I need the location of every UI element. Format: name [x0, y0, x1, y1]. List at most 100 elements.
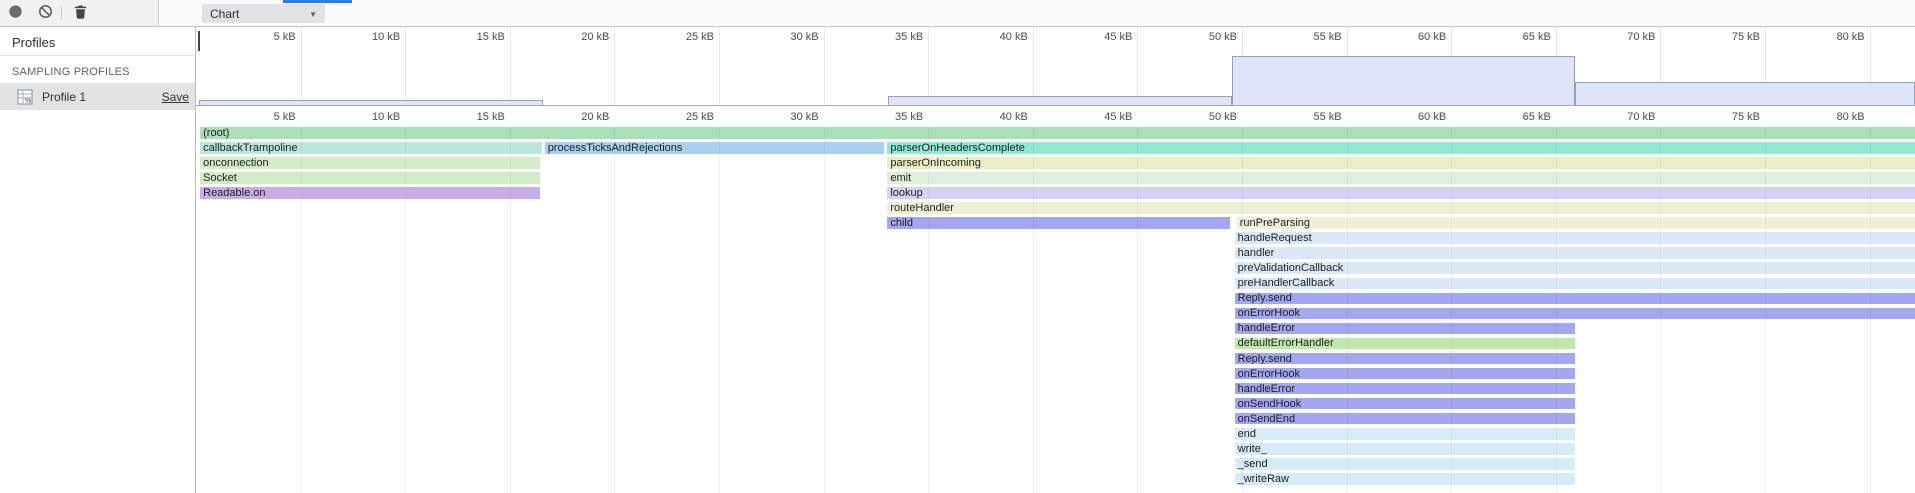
flame-frame[interactable]: routeHandler — [887, 202, 1914, 214]
flame-frame[interactable]: onSendHook — [1235, 398, 1575, 410]
delete-button[interactable] — [72, 6, 88, 22]
panel-top-accent-bar — [283, 0, 352, 3]
flame-frame[interactable]: parserOnHeadersComplete — [887, 142, 1914, 154]
sidebar-divider — [0, 55, 195, 56]
chart-mode-value: Chart — [210, 7, 239, 21]
flame-frame[interactable]: Readable.on — [200, 187, 540, 199]
ruler-tick-label: 50 kB — [1185, 31, 1237, 43]
overview-drag-handle[interactable] — [198, 31, 200, 51]
flame-frame[interactable]: processTicksAndRejections — [545, 142, 884, 154]
flame-frame[interactable]: onErrorHook — [1235, 308, 1915, 320]
gridline — [614, 127, 615, 493]
gridline — [1137, 27, 1138, 105]
flame-chart[interactable]: (root) callbackTrampolineprocessTicksAndR… — [196, 127, 1915, 493]
flame-frame[interactable]: _send — [1235, 458, 1575, 470]
ruler-tick-label: 65 kB — [1499, 111, 1551, 123]
gridline — [1033, 127, 1034, 493]
flame-frame[interactable]: handleRequest — [1235, 232, 1915, 244]
ruler-tick-label: 15 kB — [453, 31, 505, 43]
ruler-tick-label: 60 kB — [1394, 111, 1446, 123]
memory-profiler-panel: Chart ▼ Profiles SAMPLING PROFILES % Pro… — [0, 0, 1915, 493]
gridline — [1242, 127, 1243, 493]
overview-area-step — [1232, 56, 1575, 106]
record-icon — [8, 4, 23, 24]
gridline — [405, 27, 406, 105]
flame-frame[interactable]: runPreParsing — [1237, 217, 1915, 229]
ruler-tick-label: 65 kB — [1499, 31, 1551, 43]
flame-frame[interactable]: defaultErrorHandler — [1235, 338, 1575, 350]
gridline — [928, 127, 929, 493]
flame-frame[interactable]: handleError — [1235, 323, 1575, 335]
flame-frame[interactable]: handleError — [1235, 383, 1575, 395]
sidebar: Profiles SAMPLING PROFILES % Profile 1 S… — [0, 27, 196, 493]
ruler-tick-label: 75 kB — [1708, 31, 1760, 43]
flame-frame[interactable]: Reply.send — [1235, 353, 1575, 365]
ruler-tick-label: 35 kB — [871, 31, 923, 43]
gridline — [1870, 127, 1871, 493]
ruler-tick-label: 10 kB — [348, 111, 400, 123]
flame-frame[interactable]: preHandlerCallback — [1235, 278, 1915, 290]
ruler-tick-label: 5 kB — [244, 31, 296, 43]
gridline — [614, 27, 615, 105]
flame-frame[interactable]: end — [1235, 428, 1575, 440]
flame-frame[interactable]: lookup — [887, 187, 1914, 199]
ruler-tick-label: 80 kB — [1813, 31, 1865, 43]
sidebar-section-label: SAMPLING PROFILES — [12, 66, 130, 78]
record-button[interactable] — [7, 6, 23, 22]
chart-pane: 5 kB 10 kB 15 kB 20 kB 25 kB 30 kB 35 kB 40 kB 4… — [196, 27, 1915, 493]
flame-frame[interactable]: onSendEnd — [1235, 413, 1575, 425]
flame-ruler: 5 kB10 kB15 kB20 kB25 kB30 kB35 kB40 kB4… — [196, 107, 1915, 127]
ruler-tick-label: 20 kB — [557, 111, 609, 123]
flame-frame[interactable]: onErrorHook — [1235, 368, 1575, 380]
flame-frame[interactable]: Reply.send — [1235, 293, 1915, 305]
gridline — [719, 127, 720, 493]
gridline — [824, 127, 825, 493]
gridline — [1347, 127, 1348, 493]
flame-frame[interactable]: Socket — [200, 172, 540, 184]
trash-icon — [73, 4, 88, 25]
flame-frame[interactable]: preValidationCallback — [1235, 262, 1915, 274]
ruler-tick-label: 35 kB — [871, 111, 923, 123]
clear-button[interactable] — [37, 6, 53, 22]
ruler-tick-label: 25 kB — [662, 111, 714, 123]
gridline — [405, 127, 406, 493]
ruler-tick-label: 10 kB — [348, 31, 400, 43]
gridline — [301, 27, 302, 105]
gridline — [1765, 127, 1766, 493]
overview-area-step — [888, 96, 1231, 106]
overview-area-step — [1575, 82, 1915, 106]
profile-name: Profile 1 — [42, 90, 162, 104]
toolbar-separator — [61, 6, 62, 20]
gridline — [928, 27, 929, 105]
flame-frame[interactable]: write_ — [1235, 443, 1575, 455]
ruler-tick-label: 45 kB — [1080, 111, 1132, 123]
ruler-tick-label: 30 kB — [767, 111, 819, 123]
ruler-tick-label: 25 kB — [662, 31, 714, 43]
ruler-tick-label: 55 kB — [1290, 31, 1342, 43]
flame-frame[interactable]: handler — [1235, 247, 1915, 259]
ruler-tick-label: 40 kB — [976, 111, 1028, 123]
ruler-tick-label: 75 kB — [1708, 111, 1760, 123]
ruler-tick-label: 70 kB — [1603, 31, 1655, 43]
flame-frame[interactable]: _writeRaw — [1235, 473, 1575, 485]
save-link[interactable]: Save — [162, 90, 189, 104]
profile-list-item[interactable]: % Profile 1 Save — [0, 83, 195, 110]
flame-frame[interactable]: emit — [887, 172, 1914, 184]
flame-frame[interactable]: parserOnIncoming — [887, 157, 1914, 169]
flame-frame[interactable]: onconnection — [200, 157, 540, 169]
ruler-tick-label: 45 kB — [1080, 31, 1132, 43]
gridline — [824, 27, 825, 105]
chart-mode-select[interactable]: Chart ▼ — [202, 4, 325, 23]
flame-frame[interactable]: callbackTrampoline — [200, 142, 542, 154]
chevron-down-icon: ▼ — [309, 10, 317, 19]
flame-frame[interactable]: child — [887, 217, 1230, 229]
flame-frame[interactable]: (root) — [200, 127, 1914, 139]
ruler-tick-label: 80 kB — [1813, 111, 1865, 123]
overview-area-step — [199, 100, 543, 106]
sidebar-title: Profiles — [12, 35, 55, 50]
overview-pane[interactable]: 5 kB10 kB15 kB20 kB25 kB30 kB35 kB40 kB4… — [196, 27, 1915, 106]
gridline — [1137, 127, 1138, 493]
gridline — [719, 27, 720, 105]
gridline — [301, 127, 302, 493]
ruler-tick-label: 55 kB — [1290, 111, 1342, 123]
